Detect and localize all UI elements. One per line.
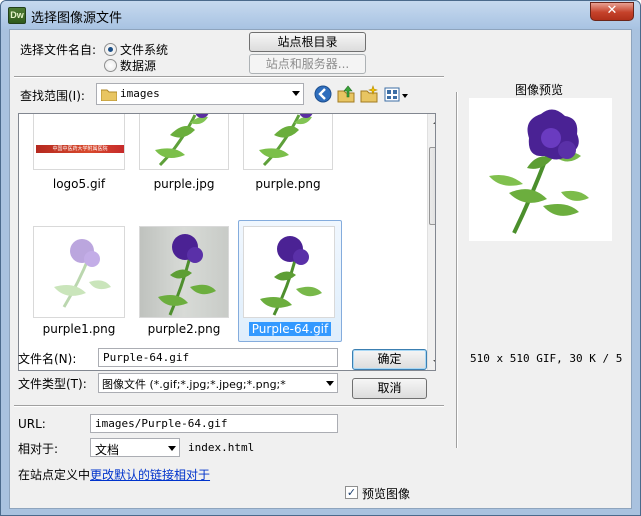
file-list[interactable]: 中国中医药大学附属医院 logo5.gif purple.jpg purple.… [18, 113, 436, 371]
file-name-purple-png[interactable]: purple.png [243, 177, 333, 191]
file-name-purple1[interactable]: purple1.png [33, 322, 125, 336]
folder-icon [101, 89, 117, 101]
flower-preview-image [489, 109, 589, 234]
middle-separator [14, 405, 444, 407]
dialog-window: Dw 选择图像源文件 ✕ 选择文件名自: 文件系统 数据源 站点根目录 站点和服… [0, 0, 641, 516]
file-name-logo5[interactable]: logo5.gif [33, 177, 125, 191]
logo5-banner: 中国中医药大学附属医院 [36, 145, 124, 153]
site-root-button[interactable]: 站点根目录 [249, 32, 366, 52]
look-in-value: images [120, 87, 160, 100]
filename-input[interactable]: Purple-64.gif [98, 348, 338, 367]
preview-checkbox[interactable]: ✓ [345, 486, 358, 499]
filetype-value: 图像文件 (*.gif;*.jpg;*.jpeg;*.png;* [102, 378, 286, 391]
file-thumb-purple-png[interactable] [243, 114, 333, 170]
window-title: 选择图像源文件 [31, 11, 123, 26]
relative-dropdown[interactable]: 文档 [90, 438, 180, 457]
cancel-button[interactable]: 取消 [352, 378, 427, 399]
preview-title: 图像预览 [515, 83, 564, 97]
back-arrow-icon[interactable] [314, 85, 332, 103]
filetype-label: 文件类型(T): [18, 377, 87, 391]
radio-filesystem[interactable] [104, 43, 117, 56]
url-input[interactable]: images/Purple-64.gif [90, 414, 338, 433]
sites-servers-button: 站点和服务器... [249, 54, 366, 74]
file-thumb-purple-jpg[interactable] [139, 114, 229, 170]
flower-image [54, 239, 111, 308]
scroll-thumb[interactable] [429, 147, 435, 225]
top-separator [14, 76, 444, 78]
relative-label: 相对于: [18, 442, 59, 456]
file-name-purple-jpg[interactable]: purple.jpg [139, 177, 229, 191]
site-definition-prefix: 在站点定义中 [18, 468, 91, 482]
scroll-up-arrow-icon[interactable] [433, 120, 435, 124]
ok-button[interactable]: 确定 [352, 349, 427, 370]
preview-separator [456, 92, 458, 448]
change-default-link[interactable]: 更改默认的链接相对于 [90, 468, 210, 482]
source-label: 选择文件名自: [20, 43, 97, 57]
preview-info: 510 x 510 GIF, 30 K / 5 [470, 352, 623, 365]
file-thumb-purple-64[interactable] [243, 226, 335, 318]
file-name-purple-64-text[interactable]: Purple-64.gif [248, 322, 332, 336]
new-folder-icon[interactable] [360, 85, 378, 103]
file-thumb-purple2[interactable] [139, 226, 229, 318]
look-in-dropdown[interactable]: images [96, 83, 304, 105]
dreamweaver-app-icon: Dw [8, 7, 26, 24]
dialog-body: 选择文件名自: 文件系统 数据源 站点根目录 站点和服务器... 查找范围(I)… [9, 29, 632, 509]
relative-target: index.html [188, 441, 255, 454]
chevron-down-icon [168, 446, 176, 451]
chevron-down-icon [292, 91, 300, 96]
file-thumb-purple1[interactable] [33, 226, 125, 318]
filetype-dropdown[interactable]: 图像文件 (*.gif;*.jpg;*.jpeg;*.png;* [98, 373, 338, 393]
preview-image [469, 98, 612, 241]
filename-label: 文件名(N): [18, 352, 77, 366]
flower-image [155, 114, 209, 167]
file-thumb-logo5[interactable]: 中国中医药大学附属医院 [33, 114, 125, 170]
radio-datasource[interactable] [104, 59, 117, 72]
scroll-down-arrow-icon[interactable] [433, 360, 435, 364]
flower-image [140, 227, 228, 317]
close-button[interactable]: ✕ [590, 2, 634, 21]
file-list-scrollbar[interactable] [427, 114, 435, 370]
flower-image [260, 236, 322, 316]
radio-datasource-label[interactable]: 数据源 [120, 57, 156, 74]
file-name-purple2[interactable]: purple2.png [139, 322, 229, 336]
url-label: URL: [18, 417, 46, 431]
up-folder-icon[interactable] [337, 85, 355, 103]
site-definition-text: 在站点定义中更改默认的链接相对于 [18, 466, 210, 483]
look-in-label: 查找范围(I): [20, 89, 85, 103]
relative-value: 文档 [95, 443, 120, 457]
file-name-purple-64[interactable]: Purple-64.gif [238, 322, 342, 336]
flower-image [259, 114, 313, 167]
preview-checkbox-label[interactable]: 预览图像 [362, 485, 410, 502]
chevron-down-icon [326, 381, 334, 386]
title-bar[interactable]: Dw 选择图像源文件 ✕ [1, 1, 640, 29]
radio-filesystem-label[interactable]: 文件系统 [120, 41, 168, 58]
view-menu-icon[interactable] [384, 86, 410, 104]
